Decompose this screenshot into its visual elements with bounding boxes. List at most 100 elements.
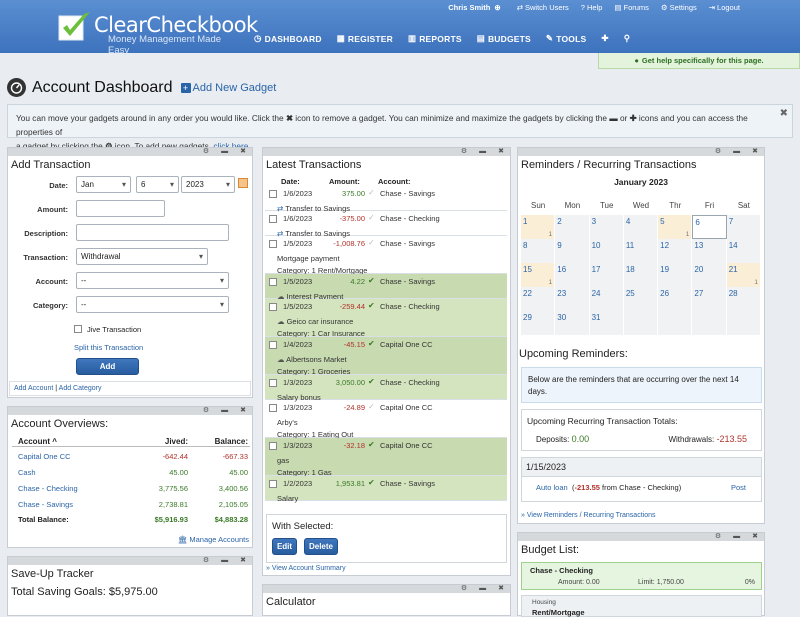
account-link[interactable]: Chase - Savings <box>18 500 73 509</box>
calendar-day[interactable]: 6 <box>692 215 727 239</box>
logout-link[interactable]: ⇥ Logout <box>709 3 740 12</box>
reminder-name-link[interactable]: Auto loan <box>536 483 568 492</box>
row-checkbox[interactable] <box>269 278 277 286</box>
calendar-day[interactable]: 2 <box>555 215 590 239</box>
view-account-summary-link[interactable]: » View Account Summary <box>266 565 346 572</box>
nav-tools[interactable]: ✎ TOOLS <box>546 33 586 44</box>
gear-icon[interactable]: ⚙ <box>715 148 721 156</box>
settings-link[interactable]: ⚙ Settings <box>661 3 697 12</box>
transaction-row[interactable]: 1/2/2023 1,953.81 ✔ Chase - Savings Sala… <box>265 476 507 503</box>
nav-reports[interactable]: ▥ REPORTS <box>408 33 462 44</box>
calendar-day[interactable]: 3 <box>589 215 624 239</box>
row-checkbox[interactable] <box>269 215 277 223</box>
minimize-icon[interactable]: ▬ <box>733 533 740 541</box>
transaction-type-select[interactable]: Withdrawal <box>76 248 208 265</box>
calendar-day[interactable]: 17 <box>589 263 624 287</box>
calendar-day[interactable]: 1 1 <box>521 215 556 239</box>
add-gadget-link[interactable]: + Add New Gadget <box>180 82 276 94</box>
calendar-day[interactable]: 30 <box>555 311 590 335</box>
forums-link[interactable]: ▤ Forums <box>614 3 649 12</box>
calendar-day[interactable]: 14 <box>726 239 761 263</box>
calendar-day[interactable]: 26 <box>658 287 693 311</box>
split-transaction-link[interactable]: Split this Transaction <box>74 343 143 352</box>
gear-icon[interactable]: ⚙ <box>203 557 209 565</box>
add-category-link[interactable]: Add Category <box>59 385 102 392</box>
edit-button[interactable]: Edit <box>272 538 297 555</box>
close-icon[interactable]: ✖ <box>240 407 246 415</box>
gear-icon[interactable]: ⚙ <box>203 148 209 156</box>
transaction-row[interactable]: 1/6/2023 375.00 ✓ Chase - Savings ⇄ Tran… <box>265 186 507 213</box>
calendar-day[interactable]: 9 <box>555 239 590 263</box>
calendar-day[interactable]: 29 <box>521 311 556 335</box>
calendar-day[interactable]: 13 <box>692 239 727 263</box>
minimize-icon[interactable]: ▬ <box>479 585 486 593</box>
jive-checkbox[interactable] <box>74 325 82 333</box>
calendar-day[interactable]: 23 <box>555 287 590 311</box>
calendar-day[interactable]: 19 <box>658 263 693 287</box>
account-link[interactable]: Chase - Checking <box>18 484 78 493</box>
minimize-icon[interactable]: ▬ <box>221 557 228 565</box>
add-transaction-button[interactable]: Add Transaction <box>76 358 139 386</box>
row-checkbox[interactable] <box>269 341 277 349</box>
row-checkbox[interactable] <box>269 480 277 488</box>
page-help-link[interactable]: ● Get help specifically for this page. <box>598 53 800 69</box>
info-close-icon[interactable]: ✖ <box>780 107 788 121</box>
account-link[interactable]: Capital One CC <box>18 452 71 461</box>
year-select[interactable]: 2023 <box>181 176 235 193</box>
description-input[interactable] <box>76 224 229 241</box>
transaction-row[interactable]: 1/3/2023 3,050.00 ✔ Chase - Checking Sal… <box>265 375 507 402</box>
row-checkbox[interactable] <box>269 442 277 450</box>
jived-check-icon[interactable]: ✔ <box>368 339 375 348</box>
calendar-day[interactable]: 4 <box>623 215 659 239</box>
calendar-day[interactable]: 28 <box>726 287 761 311</box>
switch-users-link[interactable]: ⇄ Switch Users <box>517 3 569 12</box>
gear-icon[interactable]: ⚙ <box>203 407 209 415</box>
close-icon[interactable]: ✖ <box>752 148 758 156</box>
jived-check-icon[interactable]: ✔ <box>368 478 375 487</box>
row-checkbox[interactable] <box>269 190 277 198</box>
calendar-day[interactable]: 24 <box>589 287 624 311</box>
category-select[interactable]: -- <box>76 296 229 313</box>
close-icon[interactable]: ✖ <box>498 148 504 156</box>
account-select[interactable]: -- <box>76 272 229 289</box>
view-reminders-link[interactable]: » View Reminders / Recurring Transaction… <box>521 512 656 519</box>
amount-input[interactable] <box>76 200 165 217</box>
transaction-row[interactable]: 1/5/2023 -1,008.76 ✓ Chase - Savings Mor… <box>265 236 507 275</box>
account-column-header[interactable]: Account ^ <box>18 437 57 446</box>
gear-icon[interactable]: ⚙ <box>715 533 721 541</box>
gear-icon[interactable]: ⚙ <box>461 148 467 156</box>
transaction-row[interactable]: 1/6/2023 -375.00 ✓ Chase - Checking ⇄ Tr… <box>265 211 507 238</box>
day-select[interactable]: 6 <box>136 176 179 193</box>
month-select[interactable]: Jan <box>76 176 131 193</box>
calendar-day[interactable]: 18 <box>623 263 659 287</box>
unjived-check-icon[interactable]: ✓ <box>368 213 375 222</box>
post-reminder-link[interactable]: Post <box>731 483 746 492</box>
row-checkbox[interactable] <box>269 379 277 387</box>
close-icon[interactable]: ✖ <box>240 557 246 565</box>
calendar-day[interactable]: 12 <box>658 239 693 263</box>
jived-check-icon[interactable]: ✔ <box>368 377 375 386</box>
user-name[interactable]: Chris Smith ⊕ <box>448 3 500 12</box>
nav-search-button[interactable]: ⚲ <box>624 33 630 44</box>
calendar-icon[interactable] <box>238 178 248 188</box>
gear-icon[interactable]: ⚙ <box>461 585 467 593</box>
row-checkbox[interactable] <box>269 303 277 311</box>
nav-dashboard[interactable]: ◷ DASHBOARD <box>254 33 322 44</box>
calendar-day[interactable]: 8 <box>521 239 556 263</box>
calendar-day[interactable]: 20 <box>692 263 727 287</box>
calendar-day[interactable]: 7 <box>726 215 761 239</box>
budget-item[interactable]: Chase - Checking Amount: 0.00 Limit: 1,7… <box>521 562 762 590</box>
close-icon[interactable]: ✖ <box>752 533 758 541</box>
calendar-day[interactable]: 16 <box>555 263 590 287</box>
minimize-icon[interactable]: ▬ <box>221 148 228 156</box>
row-checkbox[interactable] <box>269 404 277 412</box>
calendar-day[interactable]: 10 <box>589 239 624 263</box>
jived-check-icon[interactable]: ✔ <box>368 301 375 310</box>
logo[interactable]: ClearCheckbook Money Management Made Eas… <box>58 10 258 56</box>
close-icon[interactable]: ✖ <box>498 585 504 593</box>
nav-budgets[interactable]: ▤ BUDGETS <box>477 33 531 44</box>
row-checkbox[interactable] <box>269 240 277 248</box>
jived-check-icon[interactable]: ✔ <box>368 276 375 285</box>
add-account-link[interactable]: Add Account <box>14 385 53 392</box>
unjived-check-icon[interactable]: ✓ <box>368 238 375 247</box>
